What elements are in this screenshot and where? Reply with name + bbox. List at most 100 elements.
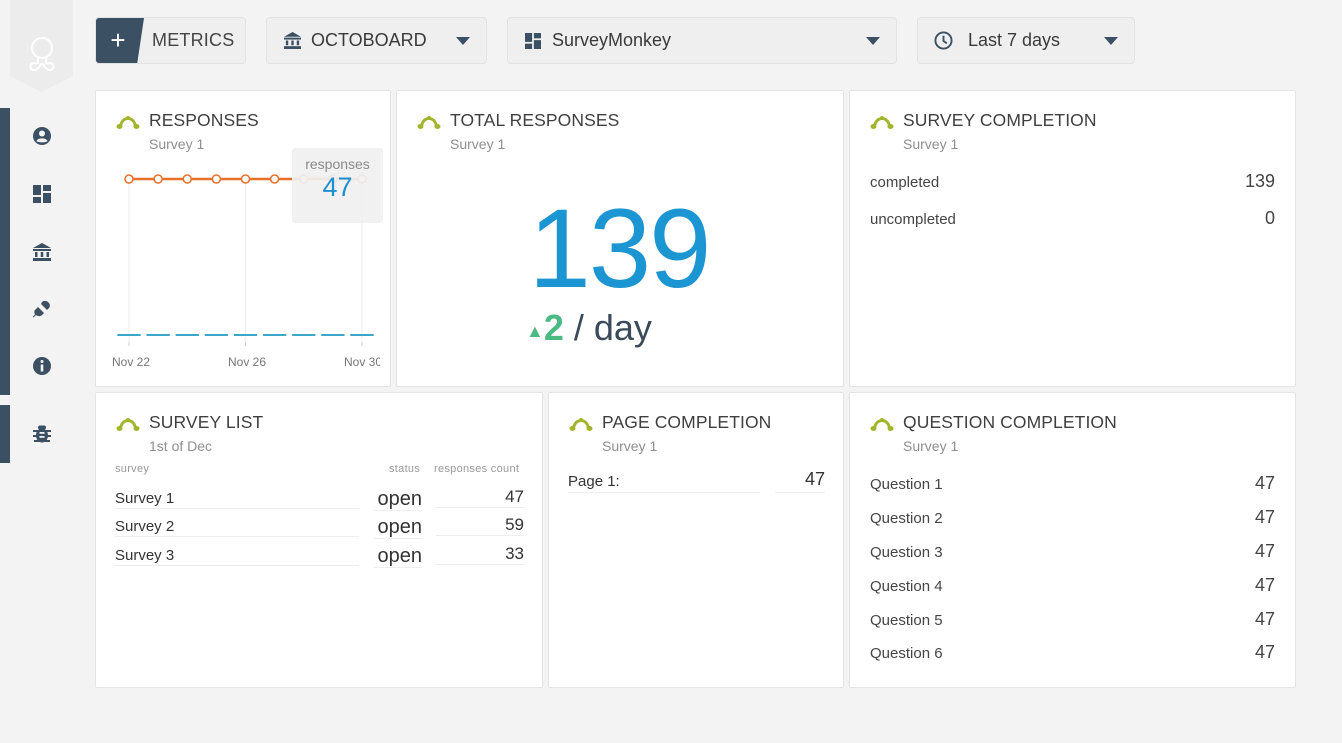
bug-icon [33, 425, 51, 443]
completion-row: uncompleted 0 [870, 208, 1275, 229]
data-source-select-value: SurveyMonkey [552, 30, 672, 50]
question-value: 47 [1254, 541, 1275, 561]
responses-card: RESPONSES Survey 1 responses 47 Nov 22 N… [95, 90, 391, 387]
data-point [240, 174, 251, 184]
total-responses-value: 139 [528, 186, 712, 311]
question-label: Question 4 [870, 578, 943, 595]
organization-select-value: OCTOBOARD [311, 30, 427, 50]
bar-daily-responses [175, 334, 199, 336]
chart-tooltip: responses 47 [292, 148, 383, 223]
page-label: Page 1: [568, 473, 760, 493]
total-responses-card: TOTAL RESPONSES Survey 1 139 ▲2 / day [396, 90, 844, 387]
survey-completion-card: SURVEY COMPLETION Survey 1 completed 139… [849, 90, 1296, 387]
daily-change-unit: / day [563, 307, 652, 348]
bar-daily-responses [146, 334, 170, 336]
chevron-down-icon [866, 36, 880, 45]
card-subtitle: 1st of Dec [149, 438, 213, 454]
survey-name: Survey 1 [115, 490, 359, 509]
question-row: Question 5 47 [870, 609, 1275, 630]
x-tick-label: Nov 22 [112, 355, 151, 369]
question-label: Question 2 [870, 510, 943, 527]
survey-status: open [374, 545, 422, 568]
card-title: TOTAL RESPONSES [450, 110, 620, 130]
plus-icon: + [96, 18, 144, 63]
organization-select[interactable]: OCTOBOARD [266, 17, 487, 64]
daily-change-value: 2 [543, 307, 564, 348]
bar-daily-responses [262, 334, 287, 336]
surveymonkey-icon [116, 417, 140, 433]
card-title: PAGE COMPLETION [602, 412, 772, 432]
card-title: QUESTION COMPLETION [903, 412, 1117, 432]
question-label: Question 6 [870, 645, 943, 662]
surveymonkey-icon [870, 115, 894, 131]
card-subtitle: Survey 1 [602, 438, 658, 454]
survey-list-card: SURVEY LIST 1st of Dec survey status res… [95, 392, 543, 688]
card-subtitle: Survey 1 [903, 438, 959, 454]
question-label: Question 1 [870, 476, 943, 493]
sidebar-item-integrations[interactable] [30, 297, 54, 321]
dashboard-icon [523, 31, 543, 51]
survey-name: Survey 2 [115, 518, 359, 537]
surveymonkey-icon [569, 417, 593, 433]
page-value: 47 [775, 469, 825, 493]
row-value: 0 [1264, 208, 1275, 228]
sidebar [0, 0, 84, 743]
sidebar-active-indicator [0, 108, 10, 395]
x-tick-label: Nov 26 [228, 355, 267, 369]
survey-status: open [374, 488, 422, 511]
column-header-responses-count: responses count [434, 463, 520, 475]
bar-daily-responses [204, 334, 229, 336]
bar-daily-responses [117, 334, 141, 336]
card-title: SURVEY LIST [149, 412, 264, 432]
dashboard-icon [33, 185, 51, 203]
responses-chart[interactable] [96, 91, 392, 388]
survey-name: Survey 3 [115, 547, 359, 566]
octoboard-logo[interactable] [10, 0, 73, 92]
data-point [211, 174, 222, 184]
bar-daily-responses [321, 334, 345, 336]
card-title: SURVEY COMPLETION [903, 110, 1097, 130]
question-value: 47 [1254, 642, 1275, 662]
column-header-survey: survey [115, 463, 150, 475]
question-completion-card: QUESTION COMPLETION Survey 1 Question 1 … [849, 392, 1296, 688]
question-value: 47 [1254, 507, 1275, 527]
sidebar-item-dashboards[interactable] [30, 182, 54, 206]
sidebar-item-profile[interactable] [30, 124, 54, 148]
card-subtitle: Survey 1 [903, 136, 959, 152]
tooltip-value: 47 [322, 172, 353, 202]
survey-status: open [374, 516, 422, 539]
data-source-select[interactable]: SurveyMonkey [507, 17, 897, 64]
clock-icon [933, 31, 953, 51]
data-point [124, 174, 134, 184]
survey-responses-count: 33 [436, 544, 524, 565]
completion-row: completed 139 [870, 171, 1275, 192]
data-point [269, 174, 280, 184]
metrics-label: METRICS [152, 30, 235, 50]
survey-responses-count: 47 [436, 487, 524, 508]
add-metrics-button[interactable]: + METRICS [95, 17, 246, 64]
sidebar-item-info[interactable] [30, 354, 54, 378]
row-label: uncompleted [870, 211, 956, 228]
chevron-down-icon [456, 36, 470, 45]
question-value: 47 [1254, 473, 1275, 493]
data-point [153, 174, 163, 184]
info-icon [33, 357, 51, 375]
date-range-select-value: Last 7 days [968, 30, 1061, 50]
x-tick-label: Nov 30 [344, 355, 380, 369]
bank-icon [33, 243, 51, 261]
sidebar-item-organization[interactable] [30, 240, 54, 264]
sidebar-item-debug[interactable] [30, 422, 54, 446]
column-header-status: status [389, 463, 421, 475]
question-label: Question 3 [870, 544, 943, 561]
daily-change: ▲2 / day [526, 307, 652, 352]
bank-icon [282, 31, 302, 51]
card-subtitle: Survey 1 [450, 136, 506, 152]
page-completion-card: PAGE COMPLETION Survey 1 Page 1: 47 [548, 392, 844, 688]
date-range-select[interactable]: Last 7 days [917, 17, 1135, 64]
bar-daily-responses [292, 334, 316, 336]
question-row: Question 2 47 [870, 507, 1275, 528]
question-row: Question 3 47 [870, 541, 1275, 562]
bar-daily-responses [233, 334, 258, 336]
row-value: 139 [1244, 171, 1275, 191]
question-row: Question 4 47 [870, 575, 1275, 596]
